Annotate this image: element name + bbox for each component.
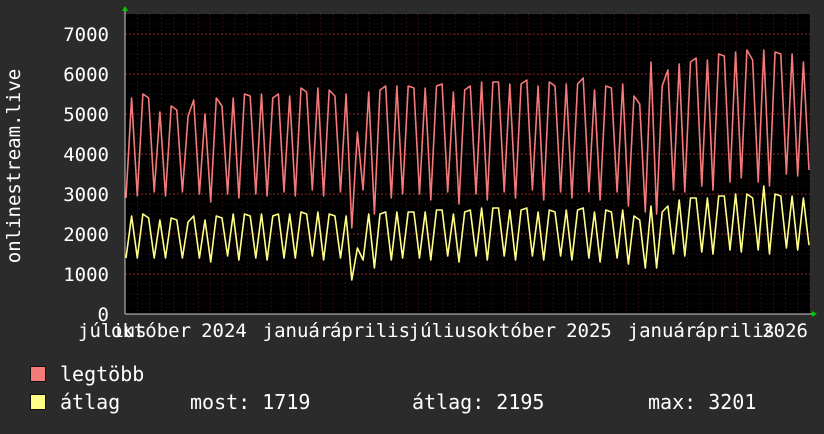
y-tick-label: 6000 (63, 64, 109, 86)
x-tick-label: április (330, 320, 410, 342)
y-tick-label: 2000 (63, 224, 109, 246)
stat-average: átlag: 2195 (412, 390, 545, 414)
x-tick-label: január (628, 320, 697, 342)
x-tick-label: január (263, 320, 332, 342)
legend-item-avg: átlag most: 1719 átlag: 2195 max: 3201 (30, 390, 810, 414)
legend-label-max: legtöbb (60, 362, 145, 386)
x-tick-label: július (409, 320, 478, 342)
y-tick-label: 5000 (63, 104, 109, 126)
stat-now: most: 1719 (190, 390, 311, 414)
x-tick-label: 2024 (201, 320, 247, 342)
legend-item-max: legtöbb (30, 362, 144, 386)
y-tick-label: 4000 (63, 144, 109, 166)
legend-swatch-avg (30, 394, 46, 410)
x-tick-label: október (111, 320, 191, 342)
x-tick-label: október (476, 320, 556, 342)
x-tick-label: 2026 (762, 320, 808, 342)
legend-label-avg: átlag (60, 390, 121, 414)
x-tick-label: 2025 (566, 320, 612, 342)
chart: 0 1000 2000 3000 4000 5000 6000 7000 július októb… (0, 0, 824, 430)
y-tick-label: 7000 (63, 24, 109, 46)
legend-swatch-max (30, 366, 46, 382)
y-tick-label: 1000 (63, 264, 109, 286)
stat-max: max: 3201 (648, 390, 757, 414)
y-tick-label: 3000 (63, 184, 109, 206)
y-axis-label: onlinestream.live (3, 69, 25, 263)
